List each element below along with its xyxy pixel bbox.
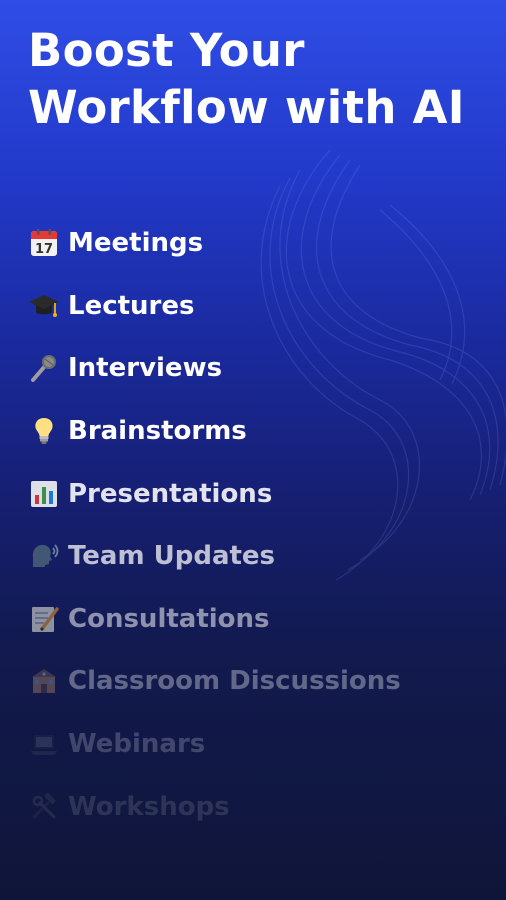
use-case-item-workshops: Workshops — [28, 775, 401, 838]
use-case-label: Classroom Discussions — [68, 666, 401, 697]
speaking-head-icon — [32, 544, 59, 568]
use-case-label: Consultations — [68, 603, 270, 634]
headline: Boost Your Workflow with AI — [28, 24, 465, 134]
lightbulb-icon — [35, 418, 53, 445]
use-case-item-brainstorms: Brainstorms — [28, 400, 401, 463]
bar-chart-icon — [31, 480, 57, 507]
use-case-label: Workshops — [68, 791, 230, 822]
use-case-label: Interviews — [68, 353, 223, 384]
use-case-item-consultations: Consultations — [28, 588, 401, 651]
use-case-label: Lectures — [68, 290, 195, 321]
use-case-item-classroom-discussions: Classroom Discussions — [28, 650, 401, 713]
use-case-label: Team Updates — [68, 541, 276, 572]
use-case-label: Webinars — [68, 729, 206, 760]
use-case-item-meetings: 17 Meetings — [28, 212, 401, 275]
use-case-item-lectures: Lectures — [28, 275, 401, 338]
use-case-label: Meetings — [68, 228, 204, 259]
use-case-label: Presentations — [68, 478, 273, 509]
use-case-item-interviews: Interviews — [28, 337, 401, 400]
promo-screen: Boost Your Workflow with AI 17 Meetings … — [0, 0, 506, 900]
memo-icon — [32, 606, 59, 632]
svg-text:17: 17 — [35, 242, 53, 257]
use-case-list: 17 Meetings Lectures Interviews Brainsto… — [28, 212, 401, 838]
school-icon — [32, 669, 56, 694]
graduation-cap-icon — [29, 294, 59, 317]
calendar-icon: 17 — [31, 229, 57, 257]
laptop-icon — [31, 735, 57, 756]
use-case-item-team-updates: Team Updates — [28, 525, 401, 588]
microphone-icon — [31, 355, 56, 383]
use-case-item-webinars: Webinars — [28, 713, 401, 776]
tools-icon — [32, 792, 56, 819]
use-case-item-presentations: Presentations — [28, 462, 401, 525]
use-case-label: Brainstorms — [68, 416, 247, 447]
